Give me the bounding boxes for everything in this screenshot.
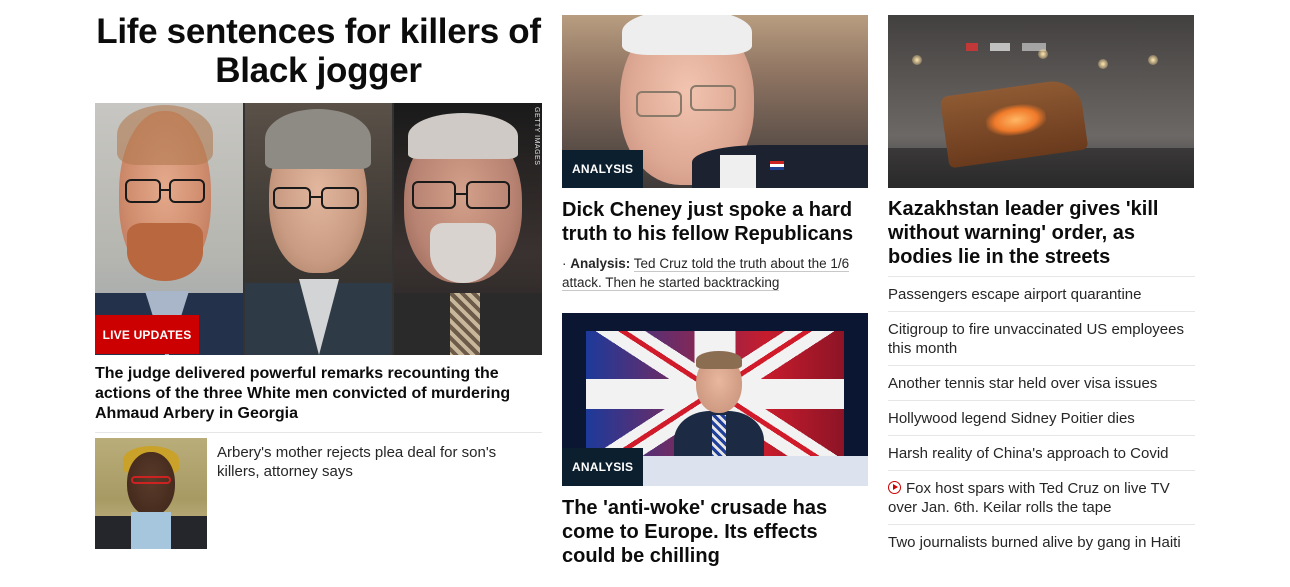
headline-link[interactable]: Harsh reality of China's approach to Cov…: [888, 445, 1169, 462]
related-analysis-link[interactable]: · Analysis: Ted Cruz told the truth abou…: [562, 254, 868, 292]
lead-image[interactable]: GETTY IMAGES LIVE UPDATES: [95, 103, 542, 355]
live-updates-badge: LIVE UPDATES: [95, 315, 199, 354]
lead-headline-link[interactable]: Life sentences for killers of Black jogg…: [95, 12, 542, 90]
headline-list-item[interactable]: Fox host spars with Ted Cruz on live TV …: [888, 471, 1195, 525]
world-news-column: Kazakhstan leader gives 'kill without wa…: [888, 15, 1195, 559]
bullet: ·: [562, 256, 571, 271]
headline-link[interactable]: Fox host spars with Ted Cruz on live TV …: [888, 480, 1170, 516]
analysis-column: ANALYSIS Dick Cheney just spoke a hard t…: [562, 15, 868, 568]
lead-description-link[interactable]: The judge delivered powerful remarks rec…: [95, 364, 542, 433]
lead-story: Life sentences for killers of Black jogg…: [95, 12, 542, 549]
story-title-link[interactable]: Kazakhstan leader gives 'kill without wa…: [888, 197, 1195, 269]
analysis-badge: ANALYSIS: [562, 150, 644, 188]
headline-list: Passengers escape airport quarantine Cit…: [888, 276, 1195, 559]
headline-list-item[interactable]: Two journalists burned alive by gang in …: [888, 525, 1195, 559]
related-story: Arbery's mother rejects plea deal for so…: [95, 438, 542, 549]
related-story-thumbnail[interactable]: [95, 438, 207, 549]
headline-link[interactable]: Hollywood legend Sidney Poitier dies: [888, 410, 1135, 427]
story-image[interactable]: ANALYSIS: [562, 15, 868, 188]
lead-image-panel-2: [245, 103, 392, 355]
headline-list-item[interactable]: Hollywood legend Sidney Poitier dies: [888, 401, 1195, 436]
story-title-link[interactable]: The 'anti-woke' crusade has come to Euro…: [562, 496, 868, 568]
headline-list-item[interactable]: Harsh reality of China's approach to Cov…: [888, 436, 1195, 471]
headline-list-item[interactable]: Another tennis star held over visa issue…: [888, 366, 1195, 401]
video-play-icon: [888, 481, 901, 494]
related-story-title[interactable]: Arbery's mother rejects plea deal for so…: [217, 438, 542, 549]
headline-list-item[interactable]: Passengers escape airport quarantine: [888, 277, 1195, 312]
image-credit: GETTY IMAGES: [533, 107, 540, 166]
headline-list-item[interactable]: Citigroup to fire unvaccinated US employ…: [888, 312, 1195, 366]
analysis-badge: ANALYSIS: [562, 448, 644, 486]
related-label: Analysis:: [570, 256, 631, 271]
headline-link[interactable]: Two journalists burned alive by gang in …: [888, 534, 1181, 551]
headline-link[interactable]: Passengers escape airport quarantine: [888, 286, 1142, 303]
headline-link[interactable]: Citigroup to fire unvaccinated US employ…: [888, 321, 1184, 357]
story-card: ANALYSIS The 'anti-woke' crusade has com…: [562, 313, 868, 568]
story-image[interactable]: ANALYSIS: [562, 313, 868, 486]
headline-link[interactable]: Another tennis star held over visa issue…: [888, 375, 1157, 392]
story-card: ANALYSIS Dick Cheney just spoke a hard t…: [562, 15, 868, 292]
story-title-link[interactable]: Dick Cheney just spoke a hard truth to h…: [562, 198, 868, 246]
lead-image-panel-3: GETTY IMAGES: [394, 103, 542, 355]
story-image[interactable]: [888, 15, 1194, 188]
